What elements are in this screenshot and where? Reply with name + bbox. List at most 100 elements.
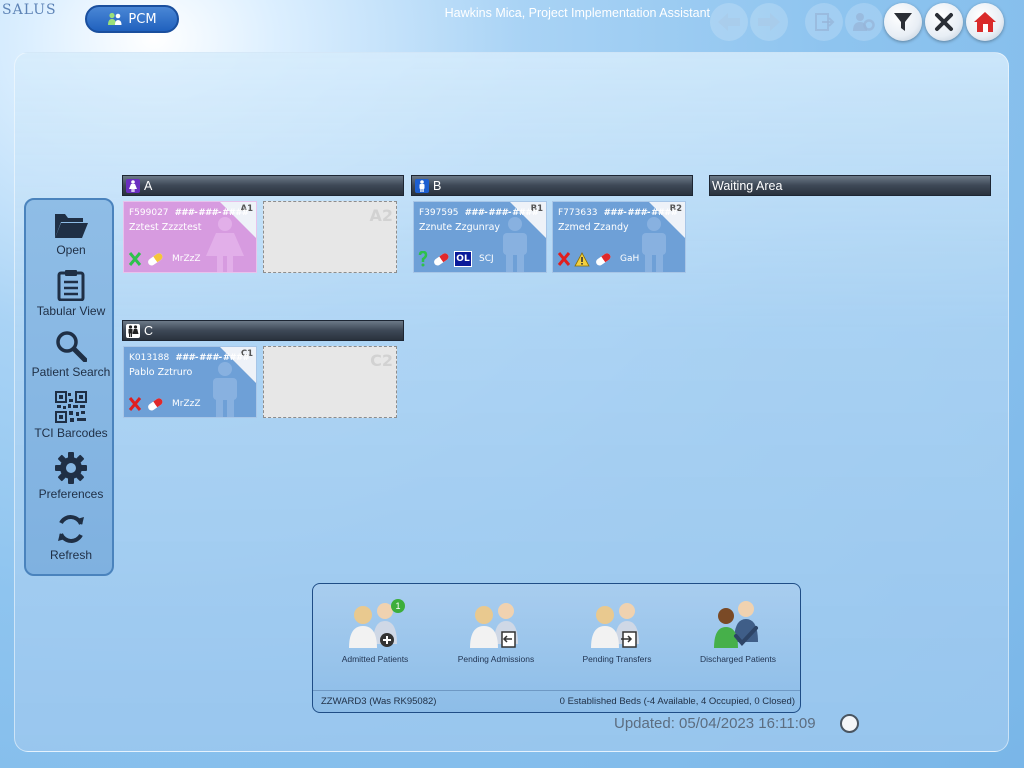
summary-label: Pending Transfers	[582, 654, 652, 664]
bay-header-a[interactable]: A	[122, 175, 404, 196]
admitted-patients-icon: 1	[349, 599, 405, 648]
last-updated: Updated: 05/04/2023 16:11:09	[614, 715, 816, 732]
people-settings-button[interactable]	[845, 3, 883, 41]
back-button[interactable]	[710, 3, 748, 41]
bed-card-b1[interactable]: B1 F397595 ###-###-#### Zznute Zzgunray O…	[413, 201, 547, 273]
bay-header-c[interactable]: C	[122, 320, 404, 341]
patient-name: Pablo Zztruro	[129, 367, 193, 378]
refresh-icon	[58, 515, 84, 543]
arrow-right-icon	[758, 13, 780, 31]
masked-number: ###-###-####	[464, 208, 539, 218]
close-button[interactable]	[925, 3, 963, 41]
masked-number: ###-###-####	[175, 353, 249, 363]
bay-header-b[interactable]: B	[411, 175, 693, 196]
discharged-patients-button[interactable]: Discharged Patients	[683, 598, 793, 664]
patient-name: Zzmed Zzandy	[558, 222, 629, 233]
sidebar-item-tabular-view[interactable]: Tabular View	[26, 267, 116, 325]
home-icon	[974, 12, 996, 32]
sidebar-label: Patient Search	[31, 365, 111, 379]
consultant: SCJ	[479, 254, 494, 264]
patient-ref: F397595	[419, 208, 459, 218]
close-icon	[935, 13, 953, 31]
sidebar-item-open[interactable]: Open	[26, 206, 116, 264]
masked-number: ###-###-####	[603, 208, 678, 218]
sidebar: Open Tabular View Patient Search TCI Bar…	[24, 198, 114, 576]
sidebar-item-patient-search[interactable]: Patient Search	[26, 328, 116, 386]
patient-name: Zztest Zzzztest	[129, 222, 202, 233]
funnel-icon	[894, 13, 912, 31]
pending-admissions-button[interactable]: Pending Admissions	[441, 598, 551, 664]
patient-ref: K013188	[129, 353, 170, 363]
pcm-label: PCM	[128, 11, 157, 27]
bed-id: C2	[370, 351, 393, 370]
consultant: MrZzZ	[172, 399, 201, 409]
bed-card-a1[interactable]: A1 F599027 ###-###-#### Zztest Zzzztest M…	[123, 201, 257, 273]
ward-name: ZZWARD3 (Was RK95082)	[321, 696, 437, 707]
bay-name: Waiting Area	[712, 178, 783, 193]
people-gear-icon	[853, 13, 875, 31]
ol-badge: OL	[454, 251, 472, 267]
sidebar-item-refresh[interactable]: Refresh	[26, 511, 116, 569]
sidebar-item-tci-barcodes[interactable]: TCI Barcodes	[26, 389, 116, 447]
red-x-icon	[557, 252, 571, 266]
user-title: Hawkins Mica, Project Implementation Ass…	[444, 6, 710, 20]
patient-name: Zznute Zzgunray	[419, 222, 501, 233]
consultant: MrZzZ	[172, 254, 201, 264]
sidebar-item-preferences[interactable]: Preferences	[26, 450, 116, 508]
clipboard-icon	[57, 270, 85, 301]
summary-label: Discharged Patients	[699, 654, 777, 664]
pcm-module-button[interactable]: PCM	[85, 5, 179, 33]
pending-transfers-icon	[591, 603, 639, 648]
bed-card-c2[interactable]: C2	[263, 346, 397, 418]
admitted-patients-button[interactable]: 1 Admitted Patients	[320, 598, 430, 664]
red-x-icon	[128, 397, 142, 411]
summary-label: Admitted Patients	[341, 654, 409, 664]
medication-icon	[434, 253, 449, 266]
masked-number: ###-###-####	[174, 208, 249, 218]
ward-summary-panel: 1 Admitted Patients Pending Admissions P…	[312, 583, 801, 713]
green-question-icon	[418, 251, 428, 267]
medication-icon	[596, 253, 611, 266]
bay-name: A	[144, 178, 153, 193]
admitted-count-badge: 1	[395, 601, 400, 611]
home-button[interactable]	[966, 3, 1004, 41]
bay-name: C	[144, 323, 154, 338]
bed-card-c1[interactable]: C1 K013188 ###-###-#### Pablo Zztruro MrZ…	[123, 346, 257, 418]
bay-name: B	[433, 178, 442, 193]
gear-icon	[55, 452, 87, 484]
filter-button[interactable]	[884, 3, 922, 41]
bed-card-b2[interactable]: B2 F773633 ###-###-#### Zzmed Zzandy GaH	[552, 201, 686, 273]
arrow-left-icon	[718, 13, 740, 31]
qr-code-icon	[55, 391, 87, 423]
sidebar-label: TCI Barcodes	[34, 426, 108, 440]
logout-button[interactable]	[805, 3, 843, 41]
pending-transfers-button[interactable]: Pending Transfers	[562, 598, 672, 664]
folder-open-icon	[55, 214, 88, 238]
top-bar: SALUS PCM Hawkins Mica, Project Implemen…	[0, 0, 1024, 48]
patient-ref: F773633	[558, 208, 598, 218]
patient-ref: F599027	[129, 208, 169, 218]
sidebar-label: Preferences	[38, 487, 104, 501]
sync-status-indicator[interactable]	[840, 714, 859, 733]
pending-admissions-icon	[470, 603, 518, 648]
warning-icon	[574, 251, 590, 266]
ward-status-bar: ZZWARD3 (Was RK95082) 0 Established Beds…	[313, 690, 800, 712]
bay-header-waiting-area[interactable]: Waiting Area	[709, 175, 991, 196]
bed-card-a2[interactable]: A2	[263, 201, 397, 273]
consultant: GaH	[620, 254, 640, 264]
male-bay-icon	[415, 178, 429, 193]
sidebar-label: Tabular View	[36, 304, 106, 318]
mixed-bay-icon	[126, 323, 140, 338]
magnifier-icon	[56, 331, 87, 362]
discharged-patients-icon	[714, 601, 758, 648]
green-x-icon	[128, 252, 142, 266]
sidebar-label: Refresh	[49, 548, 93, 562]
medication-icon	[148, 253, 163, 266]
forward-button[interactable]	[750, 3, 788, 41]
female-bay-icon	[126, 178, 140, 193]
people-icon	[108, 12, 122, 25]
beds-status: 0 Established Beds (-4 Available, 4 Occu…	[559, 696, 795, 707]
medication-icon	[148, 398, 163, 411]
summary-label: Pending Admissions	[457, 654, 535, 664]
sidebar-label: Open	[56, 243, 86, 257]
